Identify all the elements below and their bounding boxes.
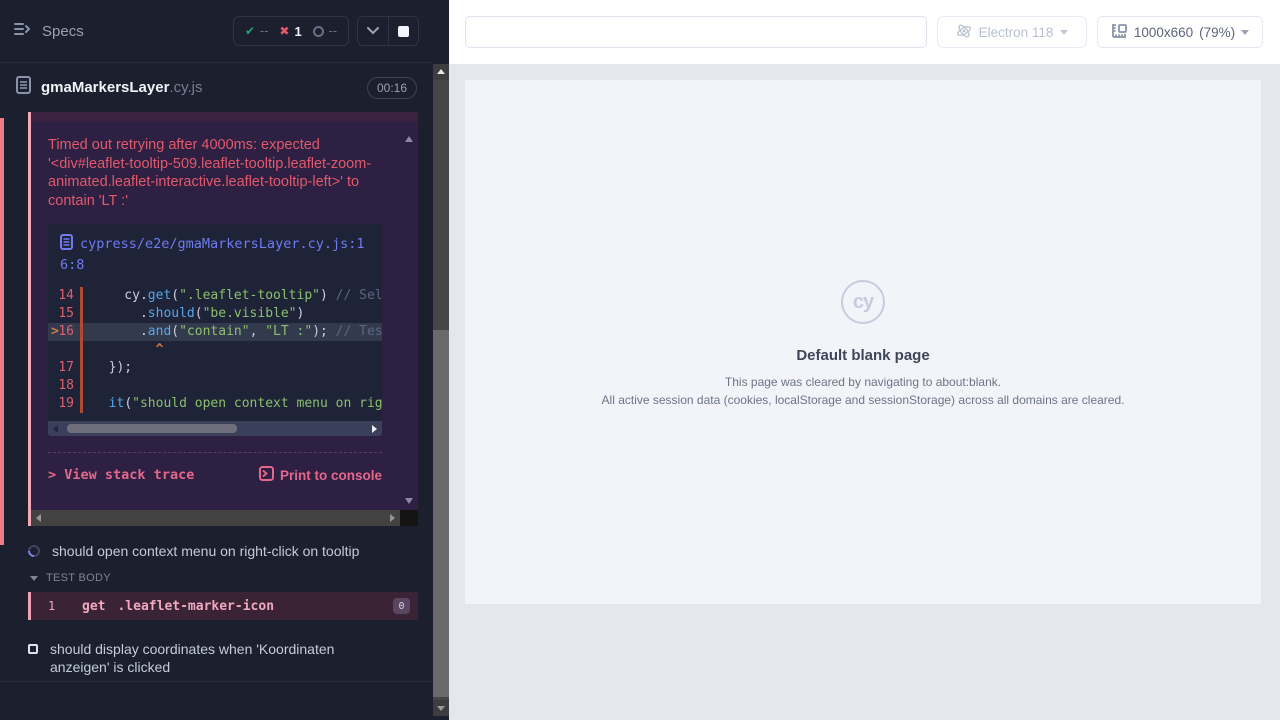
- aut-iframe: cy Default blank page This page was clea…: [465, 80, 1261, 604]
- viewport-info-button[interactable]: 1000x660 (79%): [1097, 16, 1263, 48]
- chevron-down-icon: [1060, 30, 1068, 35]
- code-frame-file-link[interactable]: cypress/e2e/gmaMarkersLayer.cy.js:16:8: [48, 234, 382, 275]
- print-to-console-link[interactable]: Print to console: [259, 466, 382, 484]
- error-horizontal-scrollbar[interactable]: [31, 510, 400, 526]
- code-line: 18: [48, 377, 382, 395]
- reporter-header: Specs ✔ -- ✖ 1 --: [0, 0, 433, 63]
- scrollbar-thumb[interactable]: [433, 330, 449, 697]
- test-item-queued[interactable]: should display coordinates when 'Koordin…: [28, 640, 388, 676]
- scrollbar-up-button[interactable]: [433, 64, 449, 80]
- code-line: ^: [48, 341, 382, 359]
- code-frame: cypress/e2e/gmaMarkersLayer.cy.js:16:8 1…: [48, 224, 382, 436]
- specs-title[interactable]: Specs: [42, 23, 84, 40]
- reporter-content: Specs ✔ -- ✖ 1 --: [0, 0, 433, 720]
- test-item-active[interactable]: should open context menu on right-click …: [28, 543, 359, 559]
- url-input[interactable]: [465, 16, 927, 48]
- spec-duration-badge: 00:16: [367, 77, 417, 99]
- error-scroll-down-icon[interactable]: [405, 498, 413, 504]
- test-running-spinner-icon: [26, 543, 43, 560]
- code-horizontal-scrollbar[interactable]: [48, 421, 382, 436]
- code-line: 17 });: [48, 359, 382, 377]
- command-count-badge: 0: [393, 598, 410, 614]
- collapse-sidebar-icon[interactable]: [14, 22, 32, 41]
- chevron-down-icon: [30, 576, 38, 581]
- stat-passed: ✔ --: [245, 24, 268, 38]
- pending-circle-icon: [313, 26, 324, 37]
- code-lines: 14 cy.get(".leaflet-tooltip") // Sele15 …: [48, 287, 382, 413]
- scroll-left-icon: [53, 425, 58, 433]
- spec-row[interactable]: gmaMarkersLayer.cy.js 00:16: [0, 64, 433, 111]
- scroll-left-icon: [36, 514, 41, 522]
- aut-stage: cy Default blank page This page was clea…: [449, 64, 1280, 720]
- error-separator: [48, 452, 382, 453]
- test-body-section-header[interactable]: TEST BODY: [30, 572, 111, 584]
- file-icon: [60, 234, 73, 256]
- error-links: > View stack trace Print to console: [48, 466, 382, 484]
- code-scrollbar-thumb[interactable]: [67, 424, 237, 433]
- blank-page-message-2: All active session data (cookies, localS…: [602, 393, 1125, 407]
- test-stats: ✔ -- ✖ 1 --: [233, 16, 349, 46]
- code-line: 14 cy.get(".leaflet-tooltip") // Sele: [48, 287, 382, 305]
- error-scroll-up-icon[interactable]: [405, 136, 413, 142]
- cypress-logo: cy: [841, 280, 885, 324]
- aut-toolbar: Electron 118 1000x660 (79%): [449, 0, 1280, 64]
- code-line: >16 .and("contain", "LT :"); // Test: [48, 323, 382, 341]
- cross-icon: ✖: [279, 24, 289, 38]
- aut-area: Electron 118 1000x660 (79%) cy Default b…: [449, 0, 1280, 720]
- stat-failed: ✖ 1: [279, 24, 301, 39]
- command-row[interactable]: 1 get .leaflet-marker-icon 0: [28, 592, 418, 620]
- console-icon: [259, 466, 274, 484]
- runner-controls: [357, 16, 419, 46]
- stat-pending: --: [313, 24, 337, 38]
- code-line: 15 .should("be.visible"): [48, 305, 382, 323]
- toggle-details-button[interactable]: [358, 17, 388, 45]
- check-icon: ✔: [245, 24, 255, 38]
- failed-test-indicator: [0, 118, 4, 545]
- blank-page-title: Default blank page: [796, 347, 929, 364]
- sidebar-scrollbar[interactable]: [433, 0, 449, 720]
- test-queued-icon: [28, 644, 38, 654]
- reporter-sidebar: Specs ✔ -- ✖ 1 --: [0, 0, 449, 720]
- scrollbar-down-button[interactable]: [433, 700, 449, 716]
- ruler-icon: [1111, 23, 1128, 42]
- scroll-right-icon: [372, 425, 377, 433]
- scrollbar-corner: [400, 510, 418, 526]
- spec-file-icon: [16, 76, 31, 99]
- electron-icon: [956, 23, 972, 42]
- browser-select-button[interactable]: Electron 118: [937, 16, 1087, 48]
- stop-run-button[interactable]: [388, 17, 418, 45]
- error-message: Timed out retrying after 4000ms: expecte…: [48, 136, 384, 210]
- scroll-right-icon: [390, 514, 395, 522]
- error-panel-top: [31, 112, 418, 122]
- stop-icon: [398, 26, 409, 37]
- error-panel: Timed out retrying after 4000ms: expecte…: [28, 112, 418, 526]
- chevron-down-icon: [1241, 30, 1249, 35]
- blank-page-message-1: This page was cleared by navigating to a…: [725, 375, 1001, 389]
- spec-name: gmaMarkersLayer.cy.js: [41, 79, 202, 96]
- view-stack-trace-link[interactable]: > View stack trace: [48, 467, 194, 483]
- code-line: 19 it("should open context menu on righ: [48, 395, 382, 413]
- list-divider: [0, 681, 433, 682]
